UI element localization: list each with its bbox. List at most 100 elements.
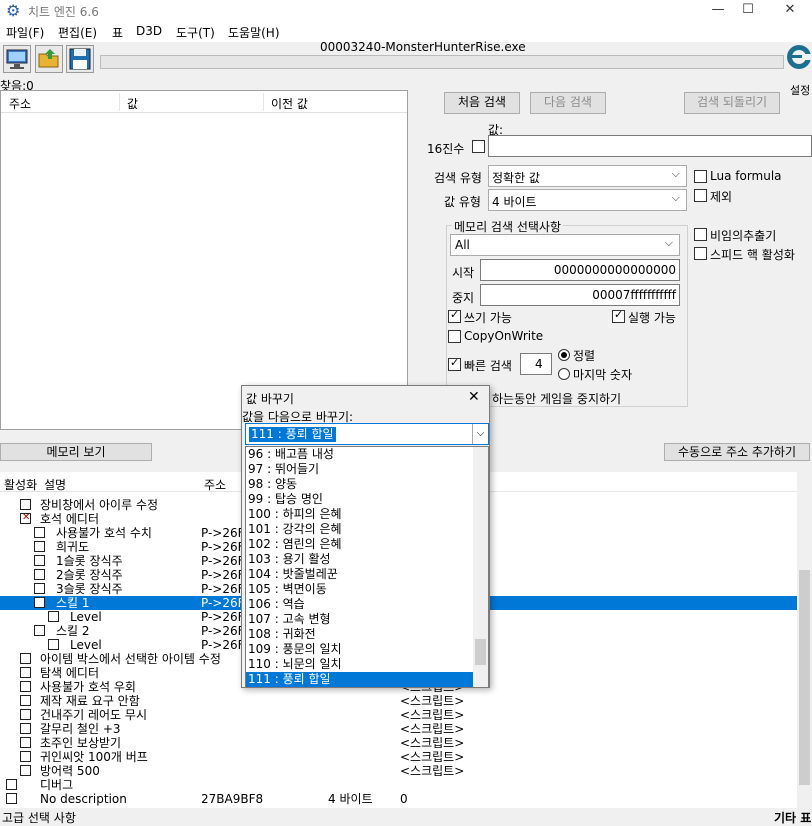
active-checkbox[interactable] xyxy=(6,779,17,790)
active-checkbox[interactable] xyxy=(20,681,31,692)
add-address-manually-button[interactable]: 수동으로 주소 추가하기 xyxy=(664,443,810,461)
select-process-button[interactable] xyxy=(3,45,31,73)
memory-region-select[interactable]: All ⌵ xyxy=(450,234,680,256)
active-checkbox[interactable] xyxy=(34,569,45,580)
column-value[interactable]: 값 xyxy=(127,95,138,112)
lua-formula-checkbox[interactable] xyxy=(694,170,707,183)
dropdown-option[interactable]: 103 : 용기 활성 xyxy=(246,552,474,567)
address-row[interactable]: 방어력 500 <스크립트> xyxy=(0,764,800,778)
active-checkbox[interactable] xyxy=(48,611,59,622)
unrandomizer-checkbox[interactable] xyxy=(694,228,707,241)
writable-checkbox[interactable] xyxy=(448,308,461,323)
active-checkbox[interactable] xyxy=(34,527,45,538)
active-checkbox[interactable] xyxy=(34,541,45,552)
dropdown-option[interactable]: 99 : 탑승 명인 xyxy=(246,492,474,507)
dropdown-option[interactable]: 109 : 풍문의 일치 xyxy=(246,642,474,657)
column-previous-value[interactable]: 이전 값 xyxy=(271,95,308,112)
active-checkbox[interactable] xyxy=(20,695,31,706)
cheat-engine-logo-icon[interactable] xyxy=(786,42,812,76)
menu-help[interactable]: 도움말(H) xyxy=(228,24,280,41)
active-checkbox[interactable] xyxy=(48,639,59,650)
chevron-down-icon[interactable]: ⌵ xyxy=(472,424,488,444)
menu-tools[interactable]: 도구(T) xyxy=(176,24,215,41)
memory-view-button[interactable]: 메모리 보기 xyxy=(0,443,152,461)
row-value: <스크립트> xyxy=(400,722,465,736)
fast-scan-checkbox[interactable] xyxy=(448,356,461,371)
dropdown-option[interactable]: 106 : 역습 xyxy=(246,597,474,612)
menu-file[interactable]: 파일(F) xyxy=(6,24,44,41)
dropdown-option[interactable]: 111 : 풍뢰 합일 xyxy=(246,672,474,687)
scan-type-select[interactable]: 정확한 값 ⌵ xyxy=(488,165,687,187)
dropdown-option[interactable]: 100 : 하피의 은혜 xyxy=(246,507,474,522)
active-checkbox[interactable] xyxy=(20,511,31,525)
close-button[interactable]: ✕ xyxy=(772,0,808,22)
table-extras-label[interactable]: 기타 표 xyxy=(774,809,811,826)
menu-edit[interactable]: 편집(E) xyxy=(58,24,97,41)
dropdown-option[interactable]: 105 : 벽면이동 xyxy=(246,582,474,597)
dropdown-option[interactable]: 104 : 밧줄벌레꾼 xyxy=(246,567,474,582)
alignment-radio[interactable] xyxy=(558,349,570,361)
speedhack-checkbox[interactable] xyxy=(694,247,707,260)
menu-d3d[interactable]: D3D xyxy=(136,24,162,38)
active-checkbox[interactable] xyxy=(20,723,31,734)
advanced-options-label[interactable]: 고급 선택 사항 xyxy=(2,809,76,826)
menu-table[interactable]: 표 xyxy=(112,24,123,41)
dropdown-option[interactable]: 101 : 강각의 은혜 xyxy=(246,522,474,537)
address-row[interactable]: 제작 재료 요구 안함 <스크립트> xyxy=(0,694,800,708)
new-value-select[interactable]: 111 : 풍뢰 합일 ⌵ xyxy=(245,423,489,445)
dropdown-option[interactable]: 97 : 뛰어들기 xyxy=(246,462,474,477)
dialog-close-button[interactable]: ✕ xyxy=(468,389,480,405)
last-digits-radio[interactable] xyxy=(558,368,570,380)
maximize-button[interactable]: ☐ xyxy=(730,0,766,22)
first-scan-button[interactable]: 처음 검색 xyxy=(444,92,520,114)
active-checkbox[interactable] xyxy=(20,737,31,748)
active-checkbox[interactable] xyxy=(20,667,31,678)
column-address[interactable]: 주소 xyxy=(9,95,31,112)
active-checkbox[interactable] xyxy=(20,765,31,776)
pause-game-label[interactable]: 하는동안 게임을 중지하기 xyxy=(492,390,621,407)
scan-value-input[interactable] xyxy=(488,135,812,157)
dropdown-option[interactable]: 107 : 고속 변형 xyxy=(246,612,474,627)
address-row[interactable]: No description 27BA9BF8 4 바이트 0 xyxy=(0,792,800,806)
copyonwrite-checkbox[interactable] xyxy=(448,330,461,343)
column-active[interactable]: 활성화 xyxy=(4,476,37,493)
executable-checkbox[interactable] xyxy=(612,308,625,323)
dropdown-option[interactable]: 96 : 배고픔 내성 xyxy=(246,447,474,462)
chevron-down-icon: ⌵ xyxy=(671,167,680,180)
next-scan-button[interactable]: 다음 검색 xyxy=(530,92,606,114)
undo-scan-button[interactable]: 검색 되돌리기 xyxy=(684,92,780,114)
address-row[interactable]: 초주인 보상받기 <스크립트> xyxy=(0,736,800,750)
active-checkbox[interactable] xyxy=(20,653,31,664)
start-address-input[interactable]: 0000000000000000 xyxy=(480,259,680,281)
column-description[interactable]: 설명 xyxy=(44,476,66,493)
active-checkbox[interactable] xyxy=(34,583,45,594)
dropdown-option[interactable]: 108 : 귀화전 xyxy=(246,627,474,642)
active-checkbox[interactable] xyxy=(20,751,31,762)
open-file-button[interactable] xyxy=(35,45,63,73)
value-type-select[interactable]: 4 바이트 ⌵ xyxy=(488,189,687,211)
active-checkbox[interactable] xyxy=(34,625,45,636)
dropdown-option[interactable]: 110 : 뇌문의 일치 xyxy=(246,657,474,672)
scan-results-list[interactable]: 주소 값 이전 값 xyxy=(0,90,408,430)
stop-address-input[interactable]: 00007fffffffffff xyxy=(480,284,680,306)
address-list-scroll-thumb[interactable] xyxy=(799,570,810,785)
new-value-dropdown-list[interactable]: 96 : 배고픔 내성 97 : 뛰어들기 98 : 양동 99 : 탑승 명인 100… xyxy=(245,446,489,688)
active-checkbox[interactable] xyxy=(20,709,31,720)
dropdown-scroll-thumb[interactable] xyxy=(475,639,486,665)
fast-scan-alignment-input[interactable]: 4 xyxy=(520,353,552,375)
column-address[interactable]: 주소 xyxy=(204,476,226,493)
settings-label[interactable]: 설정 xyxy=(790,82,810,98)
save-file-button[interactable] xyxy=(66,45,94,73)
address-row[interactable]: 귀인씨앗 100개 버프 <스크립트> xyxy=(0,750,800,764)
address-row[interactable]: 디버그 xyxy=(0,778,800,792)
not-checkbox[interactable] xyxy=(694,189,707,202)
dropdown-option[interactable]: 98 : 양동 xyxy=(246,477,474,492)
active-checkbox[interactable] xyxy=(6,793,17,804)
address-row[interactable]: 갈무리 철인 +3 <스크립트> xyxy=(0,722,800,736)
active-checkbox[interactable] xyxy=(34,597,45,608)
hex-checkbox[interactable] xyxy=(472,140,485,153)
active-checkbox[interactable] xyxy=(34,555,45,566)
active-checkbox[interactable] xyxy=(20,499,31,510)
address-row[interactable]: 건내주기 레어도 무시 <스크립트> xyxy=(0,708,800,722)
dropdown-option[interactable]: 102 : 염린의 은혜 xyxy=(246,537,474,552)
